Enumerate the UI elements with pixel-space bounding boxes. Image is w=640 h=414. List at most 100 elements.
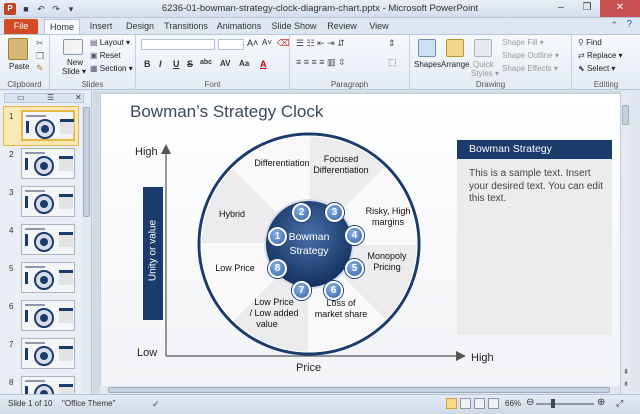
zoom-in-icon[interactable]: ⊕: [597, 397, 605, 408]
shapes-icon[interactable]: [418, 39, 436, 57]
copy-icon[interactable]: ❐: [36, 51, 44, 62]
tab-file[interactable]: File: [4, 19, 38, 34]
new-slide-button[interactable]: New: [67, 58, 83, 67]
char-spacing-button[interactable]: AV: [220, 59, 231, 68]
segment-low-added-line3: value: [256, 319, 278, 329]
current-slide[interactable]: Bowman’s Strategy Clock High Low High Pr…: [100, 93, 628, 389]
bullets-icon[interactable]: ☰ ☷ ⇤ ⇥ ⇵: [296, 38, 345, 49]
info-box-title[interactable]: Bowman Strategy: [457, 140, 612, 159]
zoom-slider[interactable]: [536, 403, 594, 405]
tab-animations[interactable]: Animations: [214, 19, 264, 34]
italic-button[interactable]: I: [159, 59, 162, 69]
help-icon[interactable]: ?: [626, 19, 632, 30]
quick-styles-button[interactable]: Quick: [473, 60, 493, 69]
arrange-icon[interactable]: [446, 39, 464, 57]
layout-button[interactable]: ▤ Layout ▾: [90, 38, 130, 47]
strategy-number: 3: [331, 207, 338, 218]
shapes-button[interactable]: Shapes: [414, 60, 441, 69]
tab-home[interactable]: Home: [44, 19, 80, 34]
tab-review[interactable]: Review: [324, 19, 360, 34]
clear-format-icon[interactable]: ⌫: [277, 38, 290, 49]
arrange-button[interactable]: Arrange: [441, 60, 469, 69]
change-case-button[interactable]: Aa: [239, 59, 249, 68]
ribbon-tabs: File Home Insert Design Transitions Anim…: [0, 18, 640, 34]
maximize-button[interactable]: ❐: [574, 0, 600, 17]
section-button[interactable]: ▦ Section ▾: [90, 64, 133, 73]
quick-styles-button-label[interactable]: Styles ▾: [471, 69, 499, 78]
replace-button[interactable]: ⇄ Replace ▾: [578, 51, 623, 60]
normal-view-icon[interactable]: [446, 398, 457, 409]
cut-icon[interactable]: ✂: [36, 38, 44, 49]
font-size-combo[interactable]: [218, 39, 244, 50]
grow-font-icon[interactable]: A˄: [247, 38, 258, 48]
info-box-body[interactable]: This is a sample text. Insert your desir…: [457, 159, 612, 335]
slide-thumbnail[interactable]: [21, 148, 75, 179]
reset-button[interactable]: ▣ Reset: [90, 51, 121, 60]
editor-horizontal-scrollbar[interactable]: [100, 386, 620, 394]
shape-fill-button[interactable]: Shape Fill ▾: [502, 38, 544, 47]
editor-vertical-scrollbar[interactable]: ⇞ ⇟: [620, 91, 630, 394]
select-icon: ⬉: [578, 64, 587, 73]
shadow-button[interactable]: abc: [200, 59, 212, 66]
clipboard-label: Clipboard: [7, 80, 42, 89]
panel-scroll-thumb[interactable]: [83, 107, 90, 217]
shape-effects-button[interactable]: Shape Effects ▾: [502, 64, 558, 73]
zoom-slider-thumb[interactable]: [551, 399, 555, 408]
tab-insert[interactable]: Insert: [84, 19, 118, 34]
paste-icon[interactable]: [8, 38, 28, 60]
close-button[interactable]: ✕: [600, 0, 640, 17]
underline-button[interactable]: U: [173, 59, 180, 69]
slide-thumbnail[interactable]: [21, 338, 75, 369]
title-bar: P ■ ↶ ↷ ▾ 6236-01-bowman-strategy-clock-…: [0, 0, 640, 18]
outline-tab-icon[interactable]: ☰: [47, 93, 54, 102]
shrink-font-icon[interactable]: A˅: [262, 38, 272, 47]
spellcheck-icon[interactable]: ✓: [152, 399, 160, 410]
font-color-button[interactable]: A: [260, 59, 267, 69]
tab-transitions[interactable]: Transitions: [162, 19, 210, 34]
minimize-ribbon-icon[interactable]: ⌃: [610, 20, 618, 31]
slide-thumbnail[interactable]: [21, 300, 75, 331]
text-direction-icon[interactable]: ⇕: [388, 38, 396, 49]
tab-view[interactable]: View: [364, 19, 394, 34]
slide-thumbnail[interactable]: [21, 262, 75, 293]
find-button[interactable]: ⚲ Find: [578, 38, 602, 47]
slide-thumbnail[interactable]: [21, 110, 75, 141]
fit-to-window-icon[interactable]: ⤢: [616, 398, 623, 409]
select-button[interactable]: ⬉ Select ▾: [578, 64, 615, 73]
zoom-level[interactable]: 66%: [505, 399, 521, 408]
new-slide-icon[interactable]: [63, 39, 83, 55]
slide-thumbnail-panel: ▭ ☰ ✕ 1 2 3 4 5 6 7 8: [0, 91, 92, 407]
tab-design[interactable]: Design: [122, 19, 158, 34]
slide-thumbnail[interactable]: [21, 224, 75, 255]
smartart-icon[interactable]: ⬚: [388, 57, 397, 68]
bold-button[interactable]: B: [144, 59, 151, 69]
minimize-button[interactable]: –: [548, 0, 574, 17]
quick-styles-icon[interactable]: [474, 39, 492, 57]
segment-loss-line2: market share: [314, 309, 368, 319]
editing-label: Editing: [593, 80, 619, 89]
previous-slide-icon[interactable]: ⇞: [621, 368, 631, 376]
thumbnail-number: 2: [9, 150, 14, 159]
zoom-out-icon[interactable]: ⊖: [526, 397, 534, 408]
strikethrough-button[interactable]: S: [187, 59, 193, 69]
new-slide-button-label[interactable]: Slide ▾: [62, 67, 86, 76]
font-name-combo[interactable]: [141, 39, 215, 50]
slide-editor: Bowman’s Strategy Clock High Low High Pr…: [93, 91, 630, 394]
panel-tabs: ▭ ☰ ✕: [4, 93, 84, 103]
slides-tab-icon[interactable]: ▭: [17, 93, 25, 102]
editor-scroll-thumb[interactable]: [622, 105, 629, 125]
close-panel-icon[interactable]: ✕: [75, 93, 82, 102]
segment-monopoly-line1: Monopoly: [367, 251, 407, 261]
slide-sorter-icon[interactable]: [460, 398, 471, 409]
panel-scrollbar[interactable]: [82, 103, 91, 393]
align-icon[interactable]: ≡ ≡ ≡ ≡ ▥ ⇳: [296, 57, 346, 68]
slide-thumbnail[interactable]: [21, 186, 75, 217]
paste-button[interactable]: Paste: [9, 62, 29, 71]
next-slide-icon[interactable]: ⇟: [621, 380, 631, 388]
format-painter-icon[interactable]: ✎: [36, 63, 44, 74]
tab-slide-show[interactable]: Slide Show: [270, 19, 318, 34]
editor-hscroll-thumb[interactable]: [108, 387, 610, 393]
reading-view-icon[interactable]: [474, 398, 485, 409]
shape-outline-button[interactable]: Shape Outline ▾: [502, 51, 559, 60]
slideshow-view-icon[interactable]: [488, 398, 499, 409]
